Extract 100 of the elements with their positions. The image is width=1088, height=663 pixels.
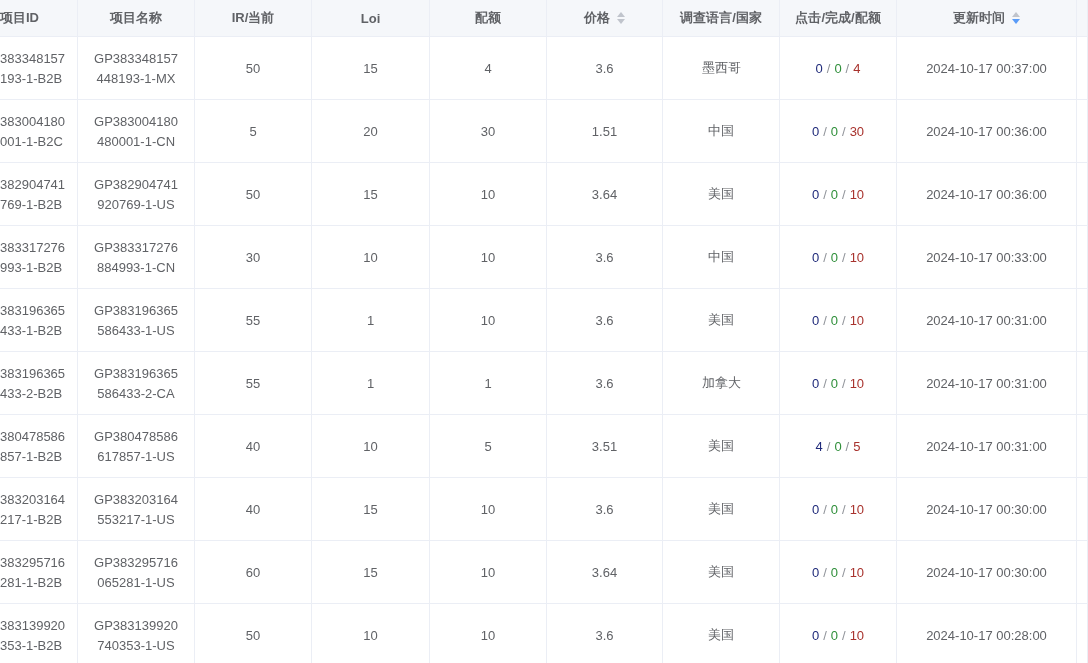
quota-count: 10 xyxy=(849,627,865,643)
project-name: GP383196365 xyxy=(94,302,178,318)
project-id: 433-2-B2B xyxy=(0,385,63,401)
project-id: 380478586 xyxy=(0,428,66,444)
separator: / xyxy=(823,375,827,391)
project-id: 353-1-B2B xyxy=(0,637,63,653)
project-name: GP380478586 xyxy=(94,428,178,444)
loi-value: 20 xyxy=(363,123,378,139)
click-count: 0 xyxy=(811,123,820,139)
click-count: 0 xyxy=(815,60,823,76)
price-value: 3.6 xyxy=(595,60,614,76)
ir-value: 30 xyxy=(245,249,261,265)
price-value: 3.6 xyxy=(595,627,614,643)
project-id: 383295716 xyxy=(0,554,66,570)
country-value: 中国 xyxy=(708,248,734,266)
country-value: 美国 xyxy=(708,626,734,644)
ir-value: 40 xyxy=(245,501,261,517)
quota-count: 4 xyxy=(853,60,861,76)
click-count: 0 xyxy=(811,312,820,328)
project-name: GP383196365 xyxy=(94,365,178,381)
quota-value: 10 xyxy=(480,186,496,202)
project-id: 433-1-B2B xyxy=(0,322,63,338)
quota-value: 10 xyxy=(480,249,496,265)
price-value: 3.6 xyxy=(595,249,614,265)
project-id: 383317276 xyxy=(0,239,66,255)
complete-count: 0 xyxy=(830,564,838,580)
ir-value: 40 xyxy=(245,438,261,454)
price-value: 3.6 xyxy=(595,312,614,328)
click-count: 0 xyxy=(811,564,820,580)
complete-count: 0 xyxy=(830,627,838,643)
project-name: GP383139920 xyxy=(94,617,178,633)
update-time: 2024-10-17 00:30:00 xyxy=(926,501,1047,517)
loi-value: 10 xyxy=(363,438,378,454)
update-time: 2024-10-17 00:31:00 xyxy=(926,375,1047,391)
project-id: 993-1-B2B xyxy=(0,259,63,275)
separator: / xyxy=(823,186,827,202)
click-count: 0 xyxy=(811,186,820,202)
complete-count: 0 xyxy=(830,186,838,202)
complete-count: 0 xyxy=(830,501,838,517)
project-name: GP383295716 xyxy=(94,554,178,570)
update-time: 2024-10-17 00:33:00 xyxy=(926,249,1047,265)
update-time: 2024-10-17 00:31:00 xyxy=(926,438,1047,454)
quota-value: 10 xyxy=(480,312,496,328)
loi-value: 15 xyxy=(363,60,378,76)
separator: / xyxy=(842,501,846,517)
quota-value: 10 xyxy=(480,564,496,580)
country-value: 美国 xyxy=(708,563,734,581)
separator: / xyxy=(842,312,846,328)
click-count: 0 xyxy=(811,375,820,391)
project-id: 383004180 xyxy=(0,113,66,129)
project-name: 553217-1-US xyxy=(97,511,175,527)
quota-count: 5 xyxy=(853,438,861,454)
project-name: 480001-1-CN xyxy=(96,133,175,149)
project-name: GP383317276 xyxy=(94,239,178,255)
column-header: IR/当前 xyxy=(231,9,275,27)
update-time: 2024-10-17 00:36:00 xyxy=(926,123,1047,139)
column-header: 点击/完成/配额 xyxy=(795,9,881,27)
separator: / xyxy=(842,375,846,391)
ir-value: 5 xyxy=(249,123,257,139)
country-value: 墨西哥 xyxy=(701,59,741,77)
ir-value: 50 xyxy=(245,60,261,76)
separator: / xyxy=(845,60,850,76)
quota-count: 10 xyxy=(849,312,865,328)
project-id: 383196365 xyxy=(0,365,66,381)
price-value: 1.51 xyxy=(591,123,618,139)
quota-count: 10 xyxy=(849,249,865,265)
project-name: 740353-1-US xyxy=(97,637,175,653)
country-value: 美国 xyxy=(708,311,734,329)
quota-count: 30 xyxy=(849,123,865,139)
country-value: 美国 xyxy=(708,500,734,518)
loi-value: 1 xyxy=(366,375,375,391)
separator: / xyxy=(823,564,827,580)
quota-count: 10 xyxy=(849,564,865,580)
project-name: GP382904741 xyxy=(94,176,178,192)
separator: / xyxy=(845,438,850,454)
country-value: 美国 xyxy=(708,185,734,203)
sort-icon[interactable] xyxy=(615,11,626,25)
loi-value: 10 xyxy=(363,627,378,643)
column-header: 项目ID xyxy=(0,9,39,27)
complete-count: 0 xyxy=(830,312,838,328)
click-count: 4 xyxy=(815,438,823,454)
separator: / xyxy=(823,501,827,517)
project-id: 383196365 xyxy=(0,302,66,318)
price-value: 3.6 xyxy=(595,375,614,391)
price-value: 3.64 xyxy=(591,564,618,580)
quota-count: 10 xyxy=(849,375,865,391)
project-name: 586433-2-CA xyxy=(97,385,175,401)
loi-value: 15 xyxy=(363,501,378,517)
sort-icon[interactable] xyxy=(1010,11,1021,25)
separator: / xyxy=(823,249,827,265)
separator: / xyxy=(842,186,846,202)
quota-value: 30 xyxy=(480,123,496,139)
separator: / xyxy=(842,564,846,580)
project-id: 382904741 xyxy=(0,176,66,192)
project-id: 217-1-B2B xyxy=(0,511,63,527)
click-count: 0 xyxy=(811,249,820,265)
price-value: 3.64 xyxy=(591,186,618,202)
project-name: GP383203164 xyxy=(94,491,178,507)
complete-count: 0 xyxy=(830,249,838,265)
project-id: 001-1-B2C xyxy=(0,133,63,149)
